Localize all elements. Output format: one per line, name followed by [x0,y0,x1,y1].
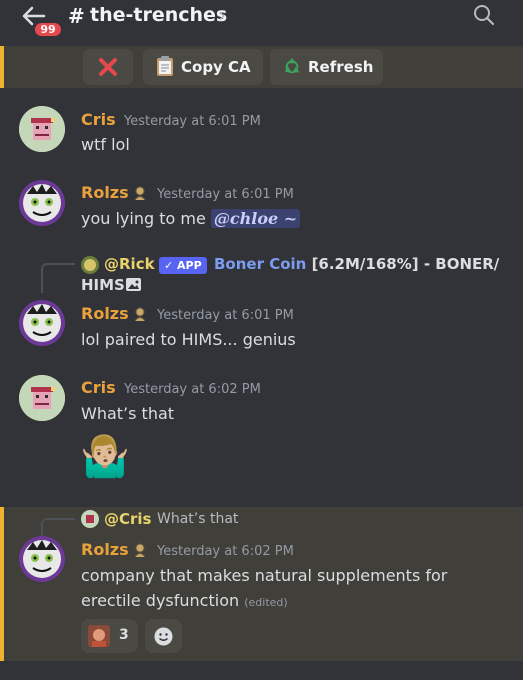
reaction-count: 3 [119,627,129,643]
channel-hash-icon: # [68,4,85,28]
unread-badge: 99 [33,21,63,38]
face-avatar-icon [19,536,65,582]
refresh-button[interactable]: Refresh [270,49,383,85]
message-text: lol paired to HIMS... genius [81,330,296,349]
message-text: What’s that [81,404,175,423]
role-icon [134,543,146,558]
add-reaction-button[interactable] [145,619,182,653]
reaction-button[interactable]: 3 [81,619,138,653]
reply-preview[interactable]: Boner Coin [6.2M/168%] - BONER/ [214,255,499,273]
message-author[interactable]: Rolzs [81,304,129,323]
search-icon[interactable] [472,3,496,27]
role-icon [134,307,146,322]
bot-button-bar: Copy CA Refresh [0,46,523,88]
reply-coin: Boner Coin [214,255,307,273]
avatar[interactable] [19,375,65,421]
reply-author[interactable]: @Cris [104,510,151,528]
reaction-emoji-icon [88,625,110,647]
avatar[interactable] [19,106,65,152]
message-author[interactable]: Rolzs [81,540,129,559]
avatar[interactable] [19,536,65,582]
reply-connector [41,263,75,293]
message-text: wtf lol [81,135,130,154]
message-text-line2: erectile dysfunction (edited) [81,591,288,610]
shrug-emoji: 🤷🏼‍♂️ [80,434,130,480]
message-author[interactable]: Rolzs [81,183,129,202]
pixel-avatar-icon [19,106,65,152]
bottom-spacer [0,661,523,680]
reply-avatar-icon [81,256,99,274]
message-author[interactable]: Cris [81,378,116,397]
reply-preview-text: HIMS [81,276,125,294]
face-avatar-icon [19,300,65,346]
app-badge: ✓ APP [159,257,207,274]
edited-tag: (edited) [244,596,288,609]
copy-ca-button[interactable]: Copy CA [143,49,263,85]
avatar[interactable] [19,300,65,346]
reply-preview-text[interactable]: What’s that [157,511,238,527]
refresh-label: Refresh [308,58,374,76]
role-icon [134,186,146,201]
reply-avatar-icon [81,510,99,528]
image-icon [126,278,141,291]
message-timestamp: Yesterday at 6:02 PM [124,382,261,397]
recycle-icon [284,57,300,73]
message-timestamp: Yesterday at 6:01 PM [157,187,294,202]
reply-preview-text: [6.2M/168%] - BONER/ [306,255,500,273]
x-icon [99,58,117,76]
copy-ca-label: Copy CA [181,58,251,76]
channel-header: 99 # the-trenches › [0,0,523,46]
clipboard-icon [157,55,173,76]
channel-name[interactable]: the-trenches [90,4,227,26]
smiley-icon [154,627,173,646]
message-timestamp: Yesterday at 6:01 PM [157,308,294,323]
message-author[interactable]: Cris [81,110,116,129]
pixel-avatar-icon [19,375,65,421]
message-body: you lying to me [81,209,211,228]
message-text: you lying to me @𝒄𝒉𝒍𝒐𝒆 ~ [81,209,301,228]
chevron-right-icon[interactable]: › [218,3,226,27]
message-text: company that makes natural supplements f… [81,566,448,585]
message-timestamp: Yesterday at 6:02 PM [157,544,294,559]
avatar[interactable] [19,180,65,226]
message-timestamp: Yesterday at 6:01 PM [124,114,261,129]
face-avatar-icon [19,180,65,226]
close-button[interactable] [83,49,133,85]
reply-author[interactable]: @Rick [104,255,155,273]
message-body: erectile dysfunction [81,591,240,610]
user-mention[interactable]: @𝒄𝒉𝒍𝒐𝒆 ~ [210,209,301,228]
